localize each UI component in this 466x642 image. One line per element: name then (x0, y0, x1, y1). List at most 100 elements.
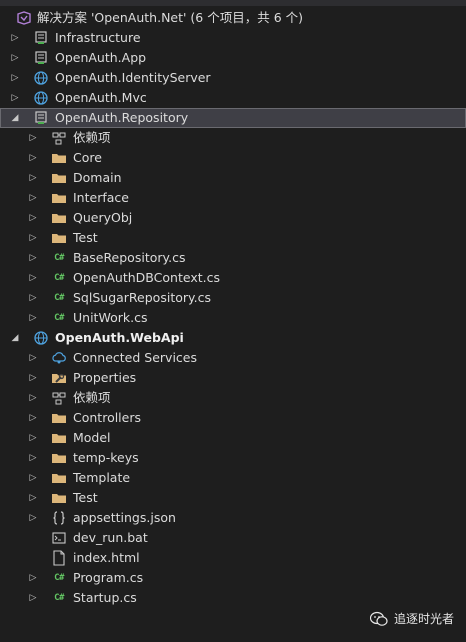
project-infrastructure[interactable]: ▷ Infrastructure (0, 28, 466, 48)
file-index-html[interactable]: index.html (0, 548, 466, 568)
folder-icon (51, 190, 67, 206)
expand-arrow-icon[interactable]: ▷ (9, 28, 21, 48)
item-label: Properties (73, 370, 137, 385)
file-program[interactable]: ▷ C# Program.cs (0, 568, 466, 588)
csharp-file-icon: C# (54, 573, 64, 583)
item-label: BaseRepository.cs (73, 250, 186, 265)
folder-interface[interactable]: ▷ Interface (0, 188, 466, 208)
batch-file-icon (51, 530, 67, 546)
expand-arrow-icon[interactable]: ▷ (27, 128, 39, 148)
item-label: Startup.cs (73, 590, 137, 605)
folder-test[interactable]: ▷ Test (0, 228, 466, 248)
item-label: UnitWork.cs (73, 310, 148, 325)
folder-domain[interactable]: ▷ Domain (0, 168, 466, 188)
expand-arrow-icon[interactable]: ▷ (27, 148, 39, 168)
expand-arrow-icon[interactable]: ▷ (27, 168, 39, 188)
collapse-arrow-icon[interactable]: ◢ (9, 108, 21, 128)
file-appsettings[interactable]: ▷ appsettings.json (0, 508, 466, 528)
web-project-icon (33, 330, 49, 346)
folder-icon (51, 210, 67, 226)
expand-arrow-icon[interactable]: ▷ (27, 248, 39, 268)
expand-arrow-icon[interactable]: ▷ (27, 468, 39, 488)
watermark: 追逐时光者 (370, 610, 454, 627)
project-label: OpenAuth.App (55, 50, 147, 65)
connected-services-icon (51, 350, 67, 366)
expand-arrow-icon[interactable]: ▷ (9, 88, 21, 108)
expand-arrow-icon[interactable]: ▷ (9, 48, 21, 68)
solution-explorer-tree: 解决方案 'OpenAuth.Net' (6 个项目，共 6 个) ▷ Infr… (0, 8, 466, 608)
csharp-file-icon: C# (54, 253, 64, 263)
folder-temp-keys[interactable]: ▷ temp-keys (0, 448, 466, 468)
window-title-bar: ~~~~~~~~~~~~~~~~~~~~~~ (0, 0, 466, 6)
file-startup[interactable]: ▷ C# Startup.cs (0, 588, 466, 608)
project-label: OpenAuth.WebApi (55, 330, 184, 345)
expand-arrow-icon[interactable]: ▷ (27, 308, 39, 328)
file-dev-run[interactable]: dev_run.bat (0, 528, 466, 548)
properties-wrench-icon (51, 370, 67, 386)
expand-arrow-icon[interactable]: ▷ (27, 368, 39, 388)
dependencies-icon (51, 390, 67, 406)
project-mvc[interactable]: ▷ OpenAuth.Mvc (0, 88, 466, 108)
webapi-properties[interactable]: ▷ Properties (0, 368, 466, 388)
project-app[interactable]: ▷ OpenAuth.App (0, 48, 466, 68)
solution-root[interactable]: 解决方案 'OpenAuth.Net' (6 个项目，共 6 个) (0, 8, 466, 28)
expand-arrow-icon[interactable]: ▷ (27, 188, 39, 208)
solution-icon (16, 10, 32, 26)
expand-arrow-icon[interactable]: ▷ (27, 348, 39, 368)
folder-controllers[interactable]: ▷ Controllers (0, 408, 466, 428)
collapse-arrow-icon[interactable]: ◢ (9, 328, 21, 348)
folder-template[interactable]: ▷ Template (0, 468, 466, 488)
folder-core[interactable]: ▷ Core (0, 148, 466, 168)
solution-label: 解决方案 'OpenAuth.Net' (6 个项目，共 6 个) (37, 10, 303, 25)
item-label: 依赖项 (73, 390, 111, 405)
wechat-logo-icon (370, 611, 388, 626)
project-webapi[interactable]: ◢ OpenAuth.WebApi (0, 328, 466, 348)
expand-arrow-icon[interactable]: ▷ (27, 588, 39, 608)
file-openauthdbcontext[interactable]: ▷ C# OpenAuthDBContext.cs (0, 268, 466, 288)
item-label: Connected Services (73, 350, 197, 365)
file-unitwork[interactable]: ▷ C# UnitWork.cs (0, 308, 466, 328)
expand-arrow-icon[interactable]: ▷ (27, 568, 39, 588)
csharp-file-icon: C# (54, 313, 64, 323)
item-label: Interface (73, 190, 129, 205)
expand-arrow-icon[interactable]: ▷ (27, 288, 39, 308)
project-label: Infrastructure (55, 30, 141, 45)
expand-arrow-icon[interactable]: ▷ (27, 488, 39, 508)
expand-arrow-icon[interactable]: ▷ (27, 268, 39, 288)
item-label: temp-keys (73, 450, 139, 465)
item-label: index.html (73, 550, 140, 565)
item-label: Controllers (73, 410, 141, 425)
project-identityserver[interactable]: ▷ OpenAuth.IdentityServer (0, 68, 466, 88)
expand-arrow-icon[interactable]: ▷ (27, 208, 39, 228)
item-label: appsettings.json (73, 510, 176, 525)
item-label: SqlSugarRepository.cs (73, 290, 211, 305)
file-sqlsugarrepository[interactable]: ▷ C# SqlSugarRepository.cs (0, 288, 466, 308)
webapi-dependencies[interactable]: ▷ 依赖项 (0, 388, 466, 408)
expand-arrow-icon[interactable]: ▷ (27, 428, 39, 448)
file-baserepository[interactable]: ▷ C# BaseRepository.cs (0, 248, 466, 268)
folder-icon (51, 450, 67, 466)
folder-webapi-test[interactable]: ▷ Test (0, 488, 466, 508)
project-label: OpenAuth.IdentityServer (55, 70, 211, 85)
item-label: Test (73, 230, 98, 245)
item-label: dev_run.bat (73, 530, 148, 545)
expand-arrow-icon[interactable]: ▷ (27, 508, 39, 528)
folder-model[interactable]: ▷ Model (0, 428, 466, 448)
item-label: Program.cs (73, 570, 144, 585)
item-label: Template (73, 470, 131, 485)
webapi-connected-services[interactable]: ▷ Connected Services (0, 348, 466, 368)
expand-arrow-icon[interactable]: ▷ (9, 68, 21, 88)
item-label: Core (73, 150, 102, 165)
project-repository[interactable]: ◢ OpenAuth.Repository (0, 108, 466, 128)
folder-icon (51, 170, 67, 186)
expand-arrow-icon[interactable]: ▷ (27, 388, 39, 408)
expand-arrow-icon[interactable]: ▷ (27, 448, 39, 468)
folder-queryobj[interactable]: ▷ QueryObj (0, 208, 466, 228)
expand-arrow-icon[interactable]: ▷ (27, 408, 39, 428)
folder-icon (51, 470, 67, 486)
expand-arrow-icon[interactable]: ▷ (27, 228, 39, 248)
json-file-icon (51, 510, 67, 526)
dependencies-icon (51, 130, 67, 146)
repository-dependencies[interactable]: ▷ 依赖项 (0, 128, 466, 148)
class-library-icon (33, 30, 49, 46)
